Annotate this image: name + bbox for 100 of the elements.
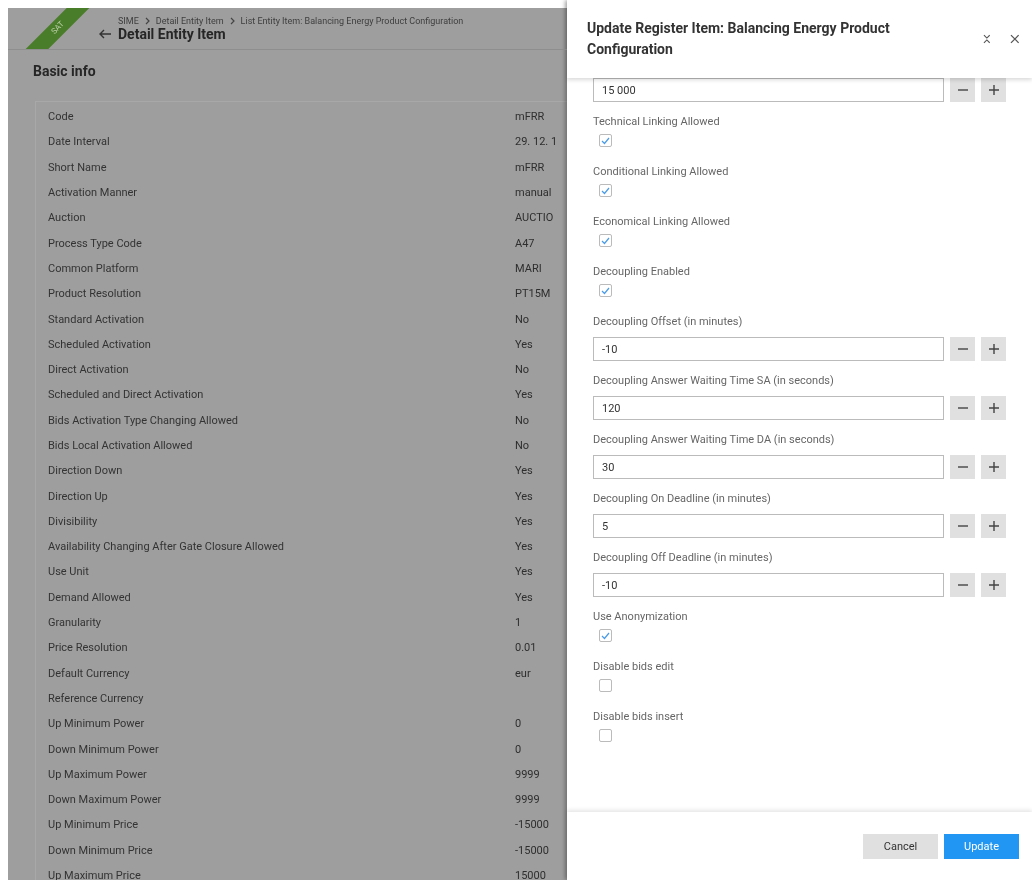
number-input[interactable]: -10 bbox=[593, 337, 944, 361]
plus-icon bbox=[988, 462, 999, 472]
cancel-button[interactable]: Cancel bbox=[863, 833, 938, 859]
checkbox[interactable] bbox=[599, 679, 612, 692]
field-label: Up Maximum Power bbox=[47, 767, 148, 781]
number-input[interactable]: -10 bbox=[593, 573, 944, 597]
plus-icon bbox=[988, 521, 999, 531]
plus-icon bbox=[988, 344, 999, 354]
field-label: Price Resolution bbox=[47, 641, 129, 655]
field-label: Economical Linking Allowed bbox=[593, 215, 731, 229]
field-label: Up Minimum Power bbox=[47, 717, 146, 731]
field-label: Decoupling Enabled bbox=[593, 265, 691, 279]
field-label: Decoupling Answer Waiting Time SA (in seconds) bbox=[593, 374, 835, 388]
number-input[interactable]: 30 bbox=[593, 455, 944, 479]
field-label: Scheduled Activation bbox=[47, 337, 152, 351]
increment-button[interactable] bbox=[981, 573, 1006, 597]
field-label: Down Minimum Price bbox=[47, 843, 154, 857]
field-label: Demand Allowed bbox=[47, 590, 132, 604]
checkbox[interactable] bbox=[599, 184, 612, 197]
breadcrumb-link[interactable]: Detail Entity Item bbox=[155, 15, 224, 26]
decrement-button[interactable] bbox=[950, 337, 975, 361]
field-label: Use Anonymization bbox=[593, 610, 689, 624]
checkbox[interactable] bbox=[599, 284, 612, 297]
field-value: No bbox=[515, 413, 530, 427]
decrement-button[interactable] bbox=[950, 396, 975, 420]
field-value: No bbox=[515, 439, 530, 452]
back-arrow-icon[interactable] bbox=[98, 27, 112, 40]
decrement-button[interactable] bbox=[950, 455, 975, 479]
breadcrumb-link[interactable]: List Entity Item: Balancing Energy Product Configuration bbox=[240, 15, 464, 26]
field-label: Scheduled and Direct Activation bbox=[47, 388, 205, 402]
field-label: Direction Down bbox=[47, 464, 124, 478]
field-label: Default Currency bbox=[47, 666, 131, 680]
field-label: Divisibility bbox=[47, 514, 99, 528]
field-label: Decoupling Answer Waiting Time DA (in seconds) bbox=[593, 433, 836, 447]
checkbox[interactable] bbox=[599, 629, 612, 642]
field-value: MARI bbox=[515, 261, 542, 275]
field-label: Standard Activation bbox=[47, 312, 145, 326]
field-value: No bbox=[515, 312, 530, 326]
field-label: Technical Linking Allowed bbox=[593, 115, 721, 129]
number-input[interactable]: 5 bbox=[593, 514, 944, 538]
field-label: Product Resolution bbox=[47, 287, 143, 301]
field-value: Yes bbox=[515, 565, 533, 579]
increment-button[interactable] bbox=[981, 396, 1006, 420]
breadcrumb-link[interactable]: SIME bbox=[118, 15, 139, 26]
field-value: Yes bbox=[515, 540, 533, 554]
field-label: Auction bbox=[47, 211, 87, 225]
field-label: Code bbox=[47, 110, 75, 124]
chevron-right-icon bbox=[143, 16, 151, 25]
decrement-button[interactable] bbox=[950, 514, 975, 538]
collapse-icon[interactable] bbox=[982, 34, 991, 44]
field-value: 29. 12. 1 bbox=[515, 135, 558, 149]
field-value: 9999 bbox=[515, 793, 540, 807]
plus-icon bbox=[988, 580, 999, 590]
increment-button[interactable] bbox=[981, 78, 1006, 102]
plus-icon bbox=[988, 85, 999, 95]
field-label: Short Name bbox=[47, 160, 108, 174]
number-input[interactable]: 15 000 bbox=[593, 78, 944, 102]
field-value: 1 bbox=[515, 616, 522, 630]
field-label: Conditional Linking Allowed bbox=[593, 165, 730, 179]
field-value: No bbox=[515, 363, 530, 377]
field-label: Bids Local Activation Allowed bbox=[47, 439, 194, 452]
field-value: Yes bbox=[515, 514, 533, 528]
plus-icon bbox=[988, 403, 999, 413]
field-value: -15000 bbox=[515, 843, 549, 857]
field-value: Yes bbox=[515, 590, 533, 604]
field-value: PT15M bbox=[515, 287, 551, 301]
increment-button[interactable] bbox=[981, 514, 1006, 538]
field-label: Common Platform bbox=[47, 261, 140, 275]
decrement-button[interactable] bbox=[950, 78, 975, 102]
field-label: Down Maximum Power bbox=[47, 793, 163, 807]
increment-button[interactable] bbox=[981, 337, 1006, 361]
chevron-right-icon bbox=[228, 16, 236, 25]
field-label: Availability Changing After Gate Closure Allowed bbox=[47, 540, 285, 554]
field-value: 15000 bbox=[515, 869, 546, 880]
field-label: Bids Activation Type Changing Allowed bbox=[47, 413, 240, 427]
field-label: Decoupling On Deadline (in minutes) bbox=[593, 492, 772, 506]
field-label: Decoupling Off Deadline (in minutes) bbox=[593, 551, 774, 565]
close-icon[interactable] bbox=[1010, 34, 1020, 44]
field-value: 0 bbox=[515, 717, 522, 731]
field-value: mFRR bbox=[515, 160, 545, 174]
checkbox[interactable] bbox=[599, 134, 612, 147]
field-label: Use Unit bbox=[47, 565, 90, 579]
field-value: -15000 bbox=[515, 818, 549, 832]
increment-button[interactable] bbox=[981, 455, 1006, 479]
checkbox[interactable] bbox=[599, 234, 612, 247]
field-label: Disable bids edit bbox=[593, 660, 675, 674]
field-label: Direct Activation bbox=[47, 363, 130, 377]
field-value: 0 bbox=[515, 742, 522, 756]
field-label: Date Interval bbox=[47, 135, 111, 149]
field-label: Granularity bbox=[47, 616, 102, 630]
field-value: Yes bbox=[515, 464, 533, 478]
field-value: Yes bbox=[515, 489, 533, 503]
field-value: eur bbox=[515, 666, 531, 680]
decrement-button[interactable] bbox=[950, 573, 975, 597]
number-input[interactable]: 120 bbox=[593, 396, 944, 420]
field-label: Direction Up bbox=[47, 489, 109, 503]
field-value: AUCTIO bbox=[515, 211, 554, 225]
field-value: Yes bbox=[515, 388, 533, 402]
checkbox[interactable] bbox=[599, 729, 612, 742]
field-value: A47 bbox=[515, 236, 535, 250]
